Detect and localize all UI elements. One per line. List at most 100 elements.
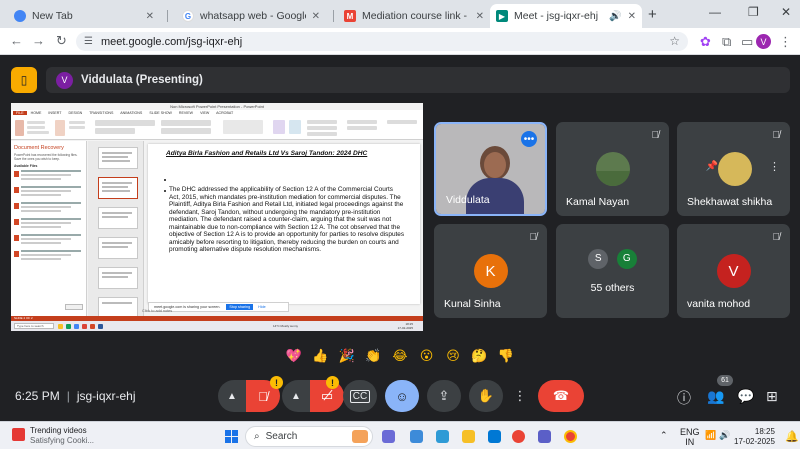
language-indicator[interactable]: ENG IN bbox=[680, 427, 700, 447]
participant-tile-others[interactable]: S G 55 others bbox=[556, 224, 669, 318]
ppt-menu-bar: FILE HOME INSERT DESIGN TRANSITIONS ANIM… bbox=[11, 110, 423, 117]
reaction-clap-button[interactable]: 👏 bbox=[363, 345, 385, 367]
ppt-menu-item: REVIEW bbox=[178, 111, 194, 115]
reaction-thumbs-down-button[interactable]: 👎 bbox=[495, 345, 517, 367]
ppt-menu-item: TRANSITIONS bbox=[89, 111, 114, 115]
close-icon[interactable]: ✕ bbox=[312, 11, 320, 22]
maximize-button[interactable]: ❐ bbox=[748, 5, 759, 19]
chrome-menu-icon[interactable]: ⋮ bbox=[779, 34, 792, 50]
puzzle-icon[interactable]: ⧉ bbox=[722, 34, 731, 50]
participant-tile-kamal-nayan[interactable]: 🎙̸ Kamal Nayan bbox=[556, 122, 669, 216]
profile-avatar[interactable]: V bbox=[756, 34, 771, 49]
present-button[interactable]: ⇪ bbox=[427, 380, 461, 412]
hide-button: Hide bbox=[258, 305, 266, 309]
emoji-icon: ☺ bbox=[395, 388, 409, 404]
tray-expand-icon[interactable]: ⌃ bbox=[660, 430, 668, 440]
participant-tile-vanita-mohod[interactable]: 🎙̸ V vanita mohod bbox=[677, 224, 790, 318]
google-g-icon: G bbox=[182, 10, 194, 22]
chrome-newtab-icon bbox=[14, 10, 26, 22]
more-options-button[interactable]: ⋮ bbox=[510, 380, 530, 412]
extension-icon[interactable]: ✿ bbox=[700, 34, 711, 50]
edge-icon[interactable] bbox=[410, 430, 423, 443]
info-icon[interactable]: ⓘ bbox=[677, 388, 691, 408]
mic-off-icon: 🎙̸ bbox=[772, 232, 781, 243]
chrome-active-icon[interactable] bbox=[564, 430, 577, 443]
activities-icon[interactable]: ⊞ bbox=[766, 388, 778, 405]
avatar: G bbox=[616, 249, 637, 269]
reaction-laugh-button[interactable]: 😂 bbox=[389, 345, 411, 367]
mic-off-icon: 🎙̸ bbox=[651, 130, 660, 141]
bullet bbox=[164, 179, 166, 181]
video-options-button[interactable]: ▲ bbox=[282, 380, 310, 412]
tab-google-search[interactable]: G whatsapp web - Google Search ✕ bbox=[176, 4, 326, 28]
pin-icon[interactable]: 📌 bbox=[706, 161, 718, 172]
participant-tile-shekhawat-shikha[interactable]: 🎙̸ 📌 ⋮ Shekhawat shikha bbox=[677, 122, 790, 216]
hang-up-icon: ☎ bbox=[552, 388, 570, 403]
reaction-surprised-button[interactable]: 😮 bbox=[416, 345, 438, 367]
mail-icon[interactable] bbox=[488, 430, 501, 443]
participant-tile-viddulata[interactable]: ••• Viddulata bbox=[434, 122, 547, 216]
reload-icon[interactable]: ↻ bbox=[56, 33, 67, 49]
tab-search-icon[interactable]: ▭ bbox=[741, 34, 753, 50]
captions-button[interactable]: CC bbox=[343, 380, 377, 412]
new-tab-button[interactable]: + bbox=[648, 6, 657, 23]
search-placeholder: Search bbox=[265, 431, 298, 442]
list-item bbox=[14, 218, 83, 231]
list-item bbox=[14, 250, 83, 263]
address-bar-row: ← → ↻ ☰ meet.google.com/jsg-iqxr-ehj ☆ ✿… bbox=[0, 28, 800, 55]
forward-icon[interactable]: → bbox=[32, 33, 45, 48]
wifi-icon[interactable]: 📶 bbox=[705, 430, 716, 440]
tab-meet[interactable]: ▶ Meet - jsg-iqxr-ehj 🔊 ✕ bbox=[490, 4, 642, 28]
volume-icon[interactable]: 🔊 bbox=[719, 430, 730, 440]
notification-icon[interactable]: 🔔 bbox=[785, 430, 799, 443]
audio-icon[interactable]: 🔊 bbox=[609, 11, 621, 22]
word-icon bbox=[98, 323, 103, 329]
list-item bbox=[14, 186, 83, 199]
stop-sharing-button: Stop sharing bbox=[226, 304, 254, 310]
ppt-menu-item: ANIMATIONS bbox=[120, 111, 143, 115]
list-item bbox=[14, 202, 83, 215]
ppt-menu-item: INSERT bbox=[48, 111, 62, 115]
participant-tile-kunal-sinha[interactable]: 🎙̸ K Kunal Sinha bbox=[434, 224, 547, 318]
widget-trending[interactable]: Trending videos Satisfying Cooki... bbox=[12, 426, 94, 446]
reaction-thinking-button[interactable]: 🤔 bbox=[469, 345, 491, 367]
close-icon[interactable]: ✕ bbox=[476, 11, 484, 22]
minimize-button[interactable]: — bbox=[709, 5, 721, 19]
chrome-icon[interactable] bbox=[512, 430, 525, 443]
taskview-icon[interactable] bbox=[382, 430, 395, 443]
tab-new-tab[interactable]: New Tab ✕ bbox=[8, 4, 160, 28]
browser-tab-bar: New Tab ✕ G whatsapp web - Google Search… bbox=[0, 0, 800, 28]
video-person-face bbox=[484, 152, 506, 178]
close-window-button[interactable]: ✕ bbox=[781, 5, 791, 19]
audio-options-button[interactable]: ▲ bbox=[218, 380, 246, 412]
bookmark-star-icon[interactable]: ☆ bbox=[669, 34, 680, 48]
edge-browser-icon[interactable] bbox=[436, 430, 449, 443]
app-icon bbox=[66, 323, 71, 329]
windows-start-icon[interactable] bbox=[225, 430, 238, 443]
notes-placeholder: Click to add notes bbox=[142, 309, 173, 313]
leave-call-button[interactable]: ☎ bbox=[538, 380, 584, 412]
file-explorer-icon[interactable] bbox=[462, 430, 475, 443]
ppt-menu-item: VIEW bbox=[200, 111, 210, 115]
reactions-button[interactable]: ☺ bbox=[385, 380, 419, 412]
back-icon[interactable]: ← bbox=[10, 33, 23, 48]
participant-count-badge: 61 bbox=[717, 375, 733, 386]
reaction-heart-button[interactable]: 💖 bbox=[283, 345, 305, 367]
reaction-sad-button[interactable]: 😢 bbox=[442, 345, 464, 367]
list-item bbox=[14, 170, 83, 183]
taskbar-search-box[interactable]: ⌕ Search bbox=[245, 426, 373, 447]
people-icon[interactable]: 👥 bbox=[707, 388, 724, 405]
raise-hand-button[interactable]: ✋ bbox=[469, 380, 503, 412]
reaction-party-button[interactable]: 🎉 bbox=[336, 345, 358, 367]
presentation-layout-icon[interactable]: ▯ bbox=[11, 67, 37, 93]
close-icon[interactable]: ✕ bbox=[628, 11, 636, 22]
more-options-icon[interactable]: ⋮ bbox=[769, 160, 780, 173]
teams-icon[interactable] bbox=[538, 430, 551, 443]
site-info-icon[interactable]: ☰ bbox=[84, 36, 93, 47]
url-bar[interactable]: ☰ meet.google.com/jsg-iqxr-ehj ☆ bbox=[76, 32, 688, 51]
chat-icon[interactable]: 💬 bbox=[737, 388, 754, 405]
system-clock[interactable]: 18:25 17-02-2025 bbox=[734, 427, 775, 447]
reaction-thumbs-up-button[interactable]: 👍 bbox=[310, 345, 332, 367]
tab-gmail[interactable]: M Mediation course link - mohod ✕ bbox=[338, 4, 490, 28]
close-icon[interactable]: ✕ bbox=[146, 11, 154, 22]
